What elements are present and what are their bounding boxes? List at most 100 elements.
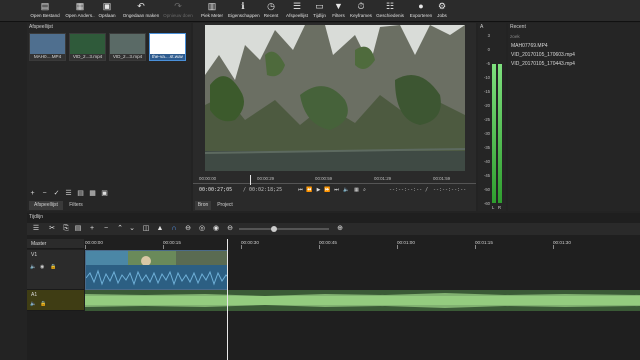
main-toolbar: ▤ Open Bestand ▦ Open Anders.. ▣ Opslaan ↶ Onge… (0, 0, 640, 22)
toolbar-label: Filters (332, 13, 345, 18)
snap-icon[interactable]: ▲ (155, 224, 165, 234)
toolbar-open-other-button[interactable]: ▦ Open Anders.. (64, 1, 96, 21)
toolbar-jobs-button[interactable]: ⚙ Jobs (436, 1, 448, 21)
toolbar-save-button[interactable]: ▣ Opslaan (96, 1, 118, 21)
zoom-slider[interactable] (239, 228, 329, 230)
video-clip-thumbnails (86, 251, 227, 289)
ripple-icon[interactable]: ◎ (197, 224, 207, 234)
zoom-out-icon[interactable]: ⊖ (225, 224, 235, 234)
playlist-panel: Afspeellijst MAH0....MP4 VID_2...3.mp4 VID… (27, 23, 191, 211)
fast-forward-icon[interactable]: ⏩ (324, 187, 331, 194)
playlist-title: Afspeellijst (29, 24, 53, 30)
playlist-clip[interactable]: MAH0....MP4 (29, 33, 66, 61)
hide-icon[interactable]: ◉ (40, 264, 44, 270)
scrub-icon[interactable]: ⊖ (183, 224, 193, 234)
toolbar-properties-button[interactable]: ℹ Eigenschappen (228, 1, 260, 21)
timeline-tick: 00:00:00 (85, 240, 103, 245)
toolbar-keyframes-button[interactable]: ⏱ Keyframes (350, 1, 372, 21)
remove-clip-button[interactable]: − (40, 189, 49, 198)
audio-track-a1[interactable] (85, 290, 640, 311)
viewer-ruler[interactable]: 00:00:00 00:00:29 00:00:59 00:01:29 00:0… (193, 175, 476, 185)
grid-icon[interactable]: ▦ (353, 187, 360, 194)
timecode-field[interactable]: 00:00:27;05 (199, 186, 232, 195)
timeline-toolbar: ☰ ✂ ⎘ ▤ + − ⌃ ⌄ ◫ ▲ ∩ ⊖ ◎ ◉ ⊖ ⊕ (27, 223, 640, 235)
toolbar-undo-button[interactable]: ↶ Ongedaan maken (122, 1, 160, 21)
meter-bar-right (498, 63, 502, 203)
toolbar-folder-open-button[interactable]: ▤ Open Bestand (30, 1, 60, 21)
details-view-icon[interactable]: ▤ (76, 189, 85, 198)
mute-icon[interactable]: 🔈 (30, 301, 36, 307)
ripple-delete-icon[interactable]: − (101, 224, 111, 234)
timeline-tick-mark (475, 245, 476, 249)
playlist-clip[interactable]: the-va....st.wav (149, 33, 186, 61)
ripple-all-icon[interactable]: ◉ (211, 224, 221, 234)
lock-icon[interactable]: 🔒 (50, 264, 56, 270)
volume-icon[interactable]: 🔈 (343, 187, 350, 194)
tab-filters[interactable]: Filters (65, 201, 87, 210)
skip-next-icon[interactable]: ⏭ (333, 187, 340, 194)
toolbar-timeline-button[interactable]: ▭ Tijdlijn (311, 1, 328, 21)
timeline-icon: ▭ (315, 1, 324, 11)
update-clip-icon[interactable]: ✓ (52, 189, 61, 198)
magnet-icon[interactable]: ∩ (169, 224, 179, 234)
icons-view-icon[interactable]: ▣ (100, 189, 109, 198)
toolbar-filter-button[interactable]: ▼ Filters (331, 1, 346, 21)
video-clip[interactable] (85, 250, 228, 290)
clip-thumbnail (110, 34, 145, 54)
viewer-tick: 00:01:29 (374, 176, 392, 181)
keyframes-icon: ⏱ (357, 1, 365, 11)
track-header-a1[interactable]: A1 🔈 🔒 (27, 290, 84, 311)
paste-icon[interactable]: ▤ (73, 224, 83, 234)
timeline-playhead[interactable] (227, 239, 228, 360)
zoom-icon[interactable]: ⌕ (361, 187, 368, 194)
tab-playlist[interactable]: Afspeellijst (29, 201, 63, 210)
copy-icon[interactable]: ⎘ (61, 224, 71, 234)
recent-item[interactable]: MAH07769.MP4 (511, 42, 548, 50)
split-icon[interactable]: ◫ (141, 224, 151, 234)
recent-item[interactable]: VID_20170105_170603.mp4 (511, 51, 575, 59)
add-clip-button[interactable]: + (28, 189, 37, 198)
playlist-clip[interactable]: VID_2...3.mp4 (109, 33, 146, 61)
toolbar-export-button[interactable]: ● Exporteren (408, 1, 434, 21)
lock-icon[interactable]: 🔒 (40, 301, 46, 307)
meter-title-icon: A (480, 24, 484, 30)
viewer-tick: 00:00:29 (257, 176, 275, 181)
lift-icon[interactable]: ⌃ (115, 224, 125, 234)
recent-search-input[interactable]: zoek (510, 33, 638, 41)
toolbar-recent-button[interactable]: ◷ Recent (262, 1, 280, 21)
mute-icon[interactable]: 🔈 (30, 264, 36, 270)
menu-icon[interactable]: ☰ (64, 189, 73, 198)
ruler-line (193, 183, 476, 184)
toolbar-peak-meter-button[interactable]: ▥ Piek Meter (200, 1, 224, 21)
toolbar-playlist-button[interactable]: ☰ Afspeellijst (284, 1, 310, 21)
playlist-clip[interactable]: VID_2...3.mp4 (69, 33, 106, 61)
track-header-v1[interactable]: V1 🔈 ◉ 🔒 (27, 250, 84, 290)
track-header-master[interactable]: Master (27, 239, 84, 249)
overwrite-icon[interactable]: ⌄ (127, 224, 137, 234)
menu-icon[interactable]: ☰ (31, 224, 41, 234)
cut-icon[interactable]: ✂ (47, 224, 57, 234)
recent-item[interactable]: VID_20170105_170443.mp4 (511, 60, 575, 68)
timeline-ruler[interactable]: 00:00:00 00:00:15 00:00:30 00:00:45 00:01:00… (85, 239, 640, 249)
append-icon[interactable]: + (87, 224, 97, 234)
tab-project[interactable]: Project (213, 201, 237, 210)
timeline-panel: Tijdlijn ☰ ✂ ⎘ ▤ + − ⌃ ⌄ ◫ ▲ ∩ ⊖ ◎ ◉ ⊖ ⊕… (27, 213, 640, 360)
shotcut-window: ▤ Open Bestand ▦ Open Anders.. ▣ Opslaan ↶ Onge… (0, 0, 640, 360)
out-point-field: --:--:--:-- (433, 187, 467, 193)
toolbar-history-button[interactable]: ☷ Geschiedenis (376, 1, 404, 21)
tiles-view-icon[interactable]: ▦ (88, 189, 97, 198)
skip-previous-icon[interactable]: ⏮ (297, 187, 304, 194)
toolbar-label: Geschiedenis (376, 13, 404, 18)
zoom-slider-handle[interactable] (271, 226, 277, 232)
play-icon[interactable]: ▶ (315, 187, 322, 194)
track-name-master: Master (31, 241, 47, 247)
tab-source[interactable]: Bron (195, 201, 211, 210)
viewer-playhead[interactable] (250, 175, 251, 185)
undo-icon: ↶ (137, 1, 145, 11)
zoom-in-icon[interactable]: ⊕ (335, 224, 345, 234)
video-preview[interactable] (205, 25, 465, 171)
toolbar-label: Opslaan (98, 13, 116, 18)
meter-scale-label: -40 (483, 159, 490, 164)
toolbar-redo-button[interactable]: ↷ Opnieuw doen (162, 1, 194, 21)
rewind-icon[interactable]: ⏪ (306, 187, 313, 194)
